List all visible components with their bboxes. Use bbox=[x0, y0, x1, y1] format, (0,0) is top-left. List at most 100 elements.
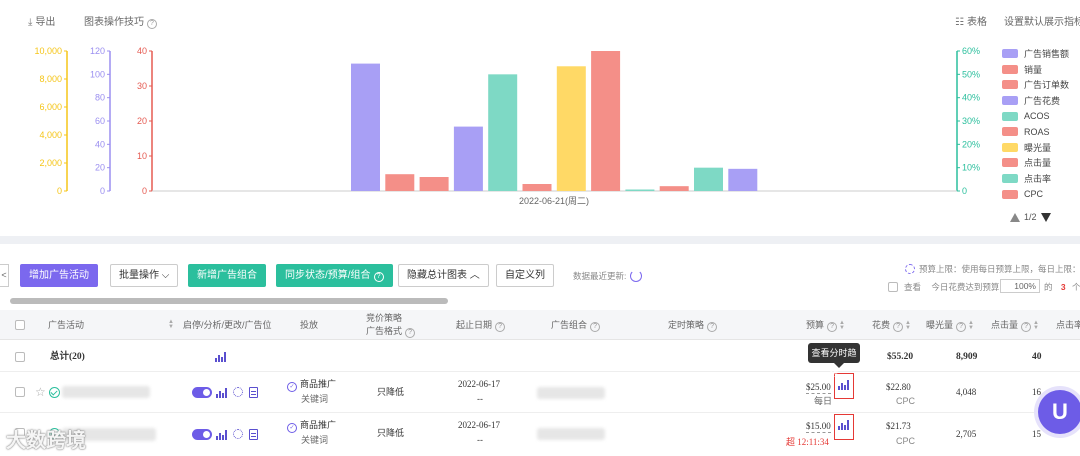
export-button[interactable]: ⤓ 导出 bbox=[28, 13, 55, 28]
table-row: ☆ ✓ 商品推广 关键词 只降低 2022-06-17 -- $25.00 每日 … bbox=[0, 373, 1080, 413]
header-clicks[interactable]: 点击量? ▲ ▼ bbox=[991, 320, 1039, 332]
add-campaign-button[interactable]: 增加广告活动 bbox=[20, 264, 98, 287]
bar bbox=[659, 186, 689, 191]
assistant-fab-button[interactable]: U bbox=[1038, 390, 1080, 434]
axis-tick-label: 30 bbox=[137, 81, 147, 91]
row-checkbox[interactable] bbox=[15, 352, 25, 362]
sort-icon[interactable]: ▲ ▼ bbox=[166, 319, 174, 330]
legend-swatch bbox=[1002, 142, 1018, 152]
placement-doc-icon[interactable] bbox=[249, 387, 258, 398]
hourly-trend-icon[interactable] bbox=[838, 379, 851, 390]
legend-swatch bbox=[1002, 111, 1018, 121]
new-ad-group-button[interactable]: 新增广告组合 bbox=[188, 264, 266, 287]
legend-item[interactable]: CPC bbox=[1002, 186, 1080, 202]
header-ctr[interactable]: 点击率 bbox=[1056, 320, 1080, 331]
clicks-value: 15 bbox=[1032, 429, 1041, 439]
horizontal-scrollbar[interactable] bbox=[10, 298, 448, 304]
trend-chart-icon[interactable] bbox=[215, 351, 228, 362]
spend-sub: CPC bbox=[896, 396, 916, 406]
legend-label: 广告花费 bbox=[1024, 96, 1061, 107]
header-schedule: 定时策略? bbox=[668, 320, 718, 332]
axis-tick-label: 20 bbox=[95, 163, 105, 173]
legend-item[interactable]: 广告销售额 bbox=[1002, 46, 1080, 62]
analysis-icon[interactable] bbox=[216, 387, 229, 398]
x-axis-label: 2022-06-21(周二) bbox=[519, 196, 589, 206]
help-icon: ? bbox=[956, 322, 967, 332]
hide-total-chart-button[interactable]: 隐藏总计图表 ︿ bbox=[398, 264, 489, 287]
legend-swatch bbox=[1002, 64, 1018, 74]
impressions-value: 4,048 bbox=[956, 387, 977, 397]
bar bbox=[625, 189, 655, 191]
table-view-button[interactable]: ☷ 表格 bbox=[955, 13, 987, 28]
refresh-icon[interactable] bbox=[630, 270, 643, 282]
legend-label: ROAS bbox=[1024, 126, 1050, 137]
legend-next-icon[interactable] bbox=[1040, 212, 1051, 222]
custom-columns-button[interactable]: 自定义列 bbox=[496, 264, 554, 287]
budget-over-time: 超 12:11:34 bbox=[786, 437, 829, 447]
table-header: 广告活动 ▲ ▼ 启停/分析/更改/广告位 投放 竞价策略 广告格式? 起止日期?… bbox=[0, 310, 1080, 340]
analysis-icon[interactable] bbox=[216, 429, 229, 440]
legend-label: 广告销售额 bbox=[1024, 49, 1070, 60]
help-icon: ? bbox=[893, 322, 904, 332]
legend-item[interactable]: 广告花费 bbox=[1002, 93, 1080, 109]
ad-group-redacted[interactable] bbox=[537, 428, 605, 440]
star-icon[interactable]: ☆ bbox=[35, 386, 46, 398]
axis-tick-label: 30% bbox=[962, 116, 980, 126]
budget-count: 的 3 个 bbox=[1044, 282, 1080, 292]
hourly-trend-icon[interactable] bbox=[838, 419, 851, 430]
chart-tips-link[interactable]: 图表操作技巧? bbox=[84, 13, 157, 29]
budget-value[interactable]: $15.00 bbox=[806, 421, 831, 433]
axis-tick-label: 0 bbox=[962, 186, 967, 196]
legend-item[interactable]: 销量 bbox=[1002, 62, 1080, 78]
select-all-checkbox[interactable] bbox=[15, 320, 25, 330]
axis-tick-label: 40 bbox=[137, 46, 147, 56]
enable-toggle[interactable] bbox=[192, 429, 212, 440]
default-display-button[interactable]: 设置默认展示指标 bbox=[1004, 13, 1080, 28]
legend-item[interactable]: 点击率 bbox=[1002, 171, 1080, 187]
hourly-trend-tooltip: 查看分时趋势 bbox=[808, 343, 860, 378]
impressions-value: 2,705 bbox=[956, 429, 977, 439]
collapse-tab[interactable]: < bbox=[0, 264, 9, 287]
legend-item[interactable]: 广告订单数 bbox=[1002, 77, 1080, 93]
legend-item[interactable]: 曝光量 bbox=[1002, 140, 1080, 156]
bid-strategy: 只降低 bbox=[377, 428, 405, 438]
gear-icon[interactable] bbox=[233, 429, 243, 439]
legend-item[interactable]: 点击量 bbox=[1002, 155, 1080, 171]
gear-icon[interactable] bbox=[233, 387, 243, 397]
enable-toggle[interactable] bbox=[192, 387, 212, 398]
placement-doc-icon[interactable] bbox=[249, 429, 258, 440]
legend-prev-icon[interactable] bbox=[1010, 212, 1020, 222]
axis-tick-label: 0 bbox=[100, 186, 105, 196]
axis-tick-label: 6,000 bbox=[39, 102, 62, 112]
ad-group-redacted[interactable] bbox=[537, 387, 605, 399]
campaign-name-redacted[interactable] bbox=[62, 386, 150, 398]
bulk-ops-button[interactable]: 批量操作 ⌵ bbox=[110, 264, 179, 287]
chevron-up-icon: ︿ bbox=[469, 270, 480, 281]
header-budget[interactable]: 预算? ▲ ▼ bbox=[806, 320, 845, 332]
legend-swatch bbox=[1002, 49, 1018, 59]
legend-swatch bbox=[1002, 127, 1018, 137]
legend-label: CPC bbox=[1024, 189, 1044, 200]
bar bbox=[453, 126, 483, 191]
header-campaign[interactable]: 广告活动 bbox=[48, 320, 84, 331]
axis-tick-label: 50% bbox=[962, 69, 980, 79]
header-impressions[interactable]: 曝光量? ▲ ▼ bbox=[926, 320, 974, 332]
legend-label: 广告订单数 bbox=[1024, 80, 1070, 91]
header-spend[interactable]: 花费? ▲ ▼ bbox=[872, 320, 911, 332]
legend-item[interactable]: ROAS bbox=[1002, 124, 1080, 140]
delivery-type: ✓ 商品推广 bbox=[287, 379, 336, 392]
bar bbox=[522, 184, 552, 191]
legend-item[interactable]: ACOS bbox=[1002, 108, 1080, 124]
last-update: 数据最近更新: bbox=[573, 270, 643, 282]
axis-tick-label: 10,000 bbox=[34, 46, 62, 56]
settings-icon[interactable] bbox=[905, 264, 915, 274]
sync-status-button[interactable]: 同步状态/预算/组合? bbox=[276, 264, 393, 287]
budget-pct-input[interactable]: 100% bbox=[1000, 279, 1040, 293]
axis-tick-label: 120 bbox=[90, 46, 105, 56]
delivery-sub: 关键词 bbox=[301, 435, 329, 445]
view-checkbox[interactable] bbox=[888, 282, 898, 292]
header-enable: 启停/分析/更改/广告位 bbox=[183, 320, 272, 330]
row-checkbox[interactable] bbox=[15, 387, 25, 397]
bar-chart: 02,0004,0006,0008,00010,0000204060801001… bbox=[34, 46, 980, 206]
budget-value[interactable]: $25.00 bbox=[806, 382, 831, 394]
